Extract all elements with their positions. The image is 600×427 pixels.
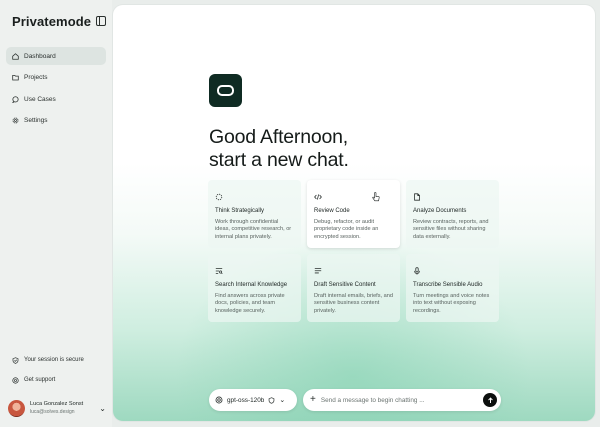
sidebar-item-label: Settings [24,117,48,125]
user-name: Luca Gonzalez Sonst [30,401,84,407]
main-panel: Good Afternoon, start a new chat. Think … [113,5,595,421]
home-icon [12,52,19,60]
use-case-card-review-code[interactable]: Review Code Debug, refactor, or audit pr… [307,180,400,248]
card-title: Draft Sensitive Content [314,282,376,288]
card-title: Review Code [314,208,350,214]
session-status: Your session is secure [12,354,108,366]
text-lines-icon [314,262,322,274]
spark-icon [215,188,223,201]
card-description: Find answers across private docs, polici… [215,293,285,314]
card-description: Draft internal emails, briefs, and sensi… [314,293,393,314]
chat-composer: + [303,389,501,411]
sidebar-item-label: Dashboard [24,52,56,60]
chat-input[interactable] [320,396,481,404]
chevron-down-icon: ⌄ [279,397,286,404]
shield-icon [269,396,275,404]
sidebar-item-label: Projects [24,74,48,82]
card-description: Turn meetings and voice notes into text … [413,293,490,314]
use-case-card-transcribe-audio[interactable]: Transcribe Sensible Audio Turn meetings … [406,254,499,322]
sidebar-item-dashboard[interactable]: Dashboard [6,47,106,65]
card-title: Analyze Documents [413,208,467,214]
use-case-card-think-strategically[interactable]: Think Strategically Work through confide… [208,180,301,248]
use-case-grid: Think Strategically Work through confide… [208,180,501,322]
chat-bubble-icon [12,96,19,103]
microphone-icon [413,262,421,275]
card-description: Review contracts, reports, and sensitive… [413,219,489,240]
user-email: luca@solves.design [30,409,75,415]
sidebar: Privatemode Dashboard Projects Use Cases… [0,0,112,427]
sidebar-toggle-icon[interactable] [96,16,106,26]
sidebar-nav: Dashboard Projects Use Cases Settings [6,47,106,133]
greeting-line-1: Good Afternoon, [209,126,349,148]
search-list-icon [215,262,223,275]
arrow-up-icon [487,396,493,403]
avatar [8,399,25,417]
session-secure-label: Your session is secure [24,357,84,363]
user-menu[interactable]: Luca Gonzalez Sonst luca@solves.design ⌄ [8,397,108,419]
use-case-card-analyze-documents[interactable]: Analyze Documents Review contracts, repo… [406,180,499,248]
card-title: Search Internal Knowledge [215,282,288,288]
card-title: Think Strategically [215,208,265,214]
code-icon [314,188,322,200]
greeting-heading: Good Afternoon, start a new chat. [209,126,349,172]
card-description: Debug, refactor, or audit proprietary co… [314,219,379,240]
greeting-line-2: start a new chat. [209,149,349,171]
card-description: Work through confidential ideas, competi… [215,219,292,240]
card-title: Transcribe Sensible Audio [413,282,483,288]
use-case-card-draft-content[interactable]: Draft Sensitive Content Draft internal e… [307,254,400,322]
mouse-pointer-icon [372,192,380,202]
app-logo-icon [209,74,242,107]
sidebar-item-projects[interactable]: Projects [6,69,106,87]
sidebar-item-use-cases[interactable]: Use Cases [6,90,106,108]
sidebar-item-label: Use Cases [24,95,56,103]
folder-icon [12,74,19,81]
brand-logo-text: Privatemode [12,14,92,29]
get-support-label: Get support [24,377,56,383]
help-circle-icon [12,376,19,384]
shield-check-icon [12,356,19,364]
model-name: gpt-oss-120b [227,396,265,404]
sidebar-item-settings[interactable]: Settings [6,112,106,130]
model-selector[interactable]: gpt-oss-120b ⌄ [209,389,297,411]
chevron-down-icon: ⌄ [99,403,106,413]
use-case-card-search-knowledge[interactable]: Search Internal Knowledge Find answers a… [208,254,301,322]
support-link[interactable]: Get support [12,374,108,386]
model-icon [215,396,223,404]
document-icon [413,188,421,201]
send-button[interactable] [483,393,497,407]
attach-plus-icon[interactable]: + [310,395,316,405]
gear-icon [12,117,19,124]
